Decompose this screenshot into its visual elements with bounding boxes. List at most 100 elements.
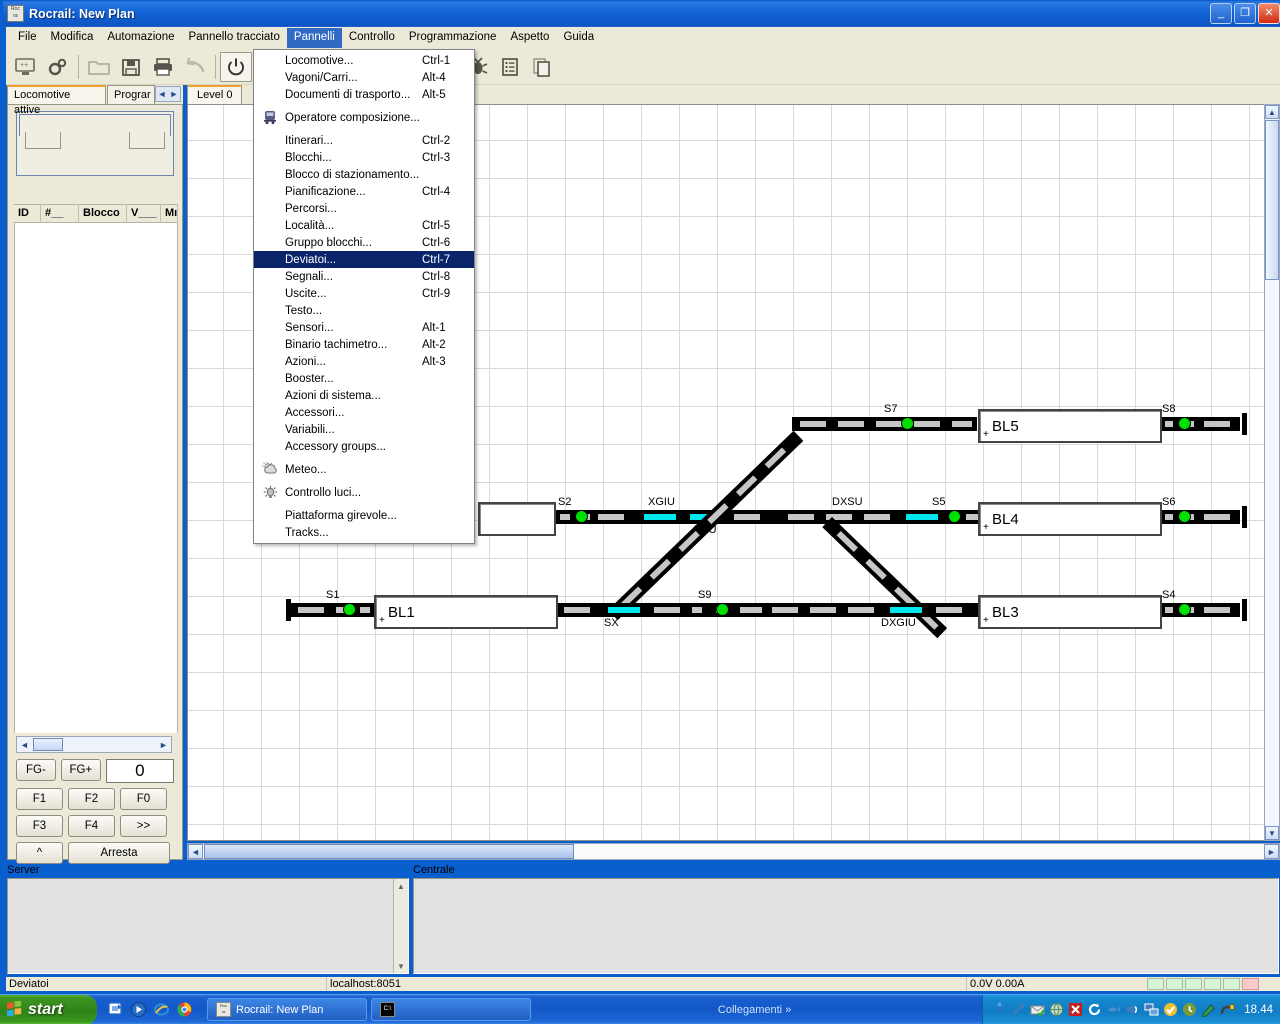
scroll-up-icon[interactable]: ▲ xyxy=(1265,105,1279,119)
pen-icon[interactable] xyxy=(1201,1002,1216,1017)
monitor-icon[interactable]: ++ xyxy=(10,52,42,82)
menu-item-sensori[interactable]: Sensori... Alt-1 xyxy=(254,319,474,336)
track-segment[interactable] xyxy=(1162,417,1240,431)
taskbar-item-console[interactable]: C:\ xyxy=(371,998,531,1021)
hscroll-thumb[interactable] xyxy=(204,844,574,859)
hscroll-thumb[interactable] xyxy=(33,738,63,751)
chrome-icon[interactable] xyxy=(176,1001,193,1018)
menu-item-variabili[interactable]: Variabili... xyxy=(254,421,474,438)
minimize-button[interactable]: _ xyxy=(1210,3,1232,24)
power-icon[interactable] xyxy=(220,51,252,82)
plug-icon[interactable] xyxy=(1220,1002,1235,1017)
tab-locomotive-attive[interactable]: Locomotive attive xyxy=(7,85,106,116)
menu-item-documenti-trasporto[interactable]: Documenti di trasporto... Alt-5 xyxy=(254,86,474,103)
block-BL5[interactable]: BL5 + xyxy=(978,409,1162,443)
menu-item-gruppo-blocchi[interactable]: Gruppo blocchi... Ctrl-6 xyxy=(254,234,474,251)
menu-item-blocco-stazionamento[interactable]: Blocco di stazionamento... xyxy=(254,166,474,183)
scroll-right-icon[interactable]: ► xyxy=(1264,844,1279,859)
menu-item-deviatoi[interactable]: Deviatoi... Ctrl-7 xyxy=(254,251,474,268)
menu-automazione[interactable]: Automazione xyxy=(100,28,181,48)
menu-item-vagoni-carri[interactable]: Vagoni/Carri... Alt-4 xyxy=(254,69,474,86)
column-modo[interactable]: Mı xyxy=(161,204,178,223)
taskbar-item-rocrail[interactable]: Roc ra Rocrail: New Plan xyxy=(207,998,367,1021)
pannelli-dropdown-menu[interactable]: Locomotive... Ctrl-1 Vagoni/Carri... Alt-4… xyxy=(253,49,475,544)
fg-minus-button[interactable]: FG- xyxy=(16,759,56,781)
menu-aspetto[interactable]: Aspetto xyxy=(503,28,556,48)
menu-item-booster[interactable]: Booster... xyxy=(254,370,474,387)
menu-item-azioni-sistema[interactable]: Azioni di sistema... xyxy=(254,387,474,404)
signal-S7[interactable] xyxy=(901,417,914,430)
chevron-right-icon[interactable]: ► xyxy=(170,89,179,99)
menu-item-operatore-composizione[interactable]: Operatore composizione... xyxy=(254,109,474,126)
menu-item-controllo-luci[interactable]: Controllo luci... xyxy=(254,484,474,501)
plan-horizontal-scrollbar[interactable]: ◄ ► xyxy=(187,843,1280,860)
plan-vertical-scrollbar[interactable]: ▲ ▼ xyxy=(1264,104,1280,841)
mail-icon[interactable] xyxy=(1030,1002,1046,1017)
save-disk-icon[interactable] xyxy=(115,52,147,82)
scroll-down-icon[interactable]: ▼ xyxy=(1265,826,1279,840)
internet-explorer-icon[interactable] xyxy=(153,1001,170,1018)
block-BL1[interactable]: BL1 + xyxy=(374,595,558,629)
more-functions-button[interactable]: >> xyxy=(120,815,167,837)
server-log-box[interactable]: ▲ ▼ xyxy=(7,878,409,974)
column-blocco[interactable]: Blocco xyxy=(79,204,127,223)
track-segment[interactable] xyxy=(792,417,977,431)
maximize-button[interactable]: ❐ xyxy=(1234,3,1256,24)
menu-item-uscite[interactable]: Uscite... Ctrl-9 xyxy=(254,285,474,302)
tab-nav-arrows[interactable]: ◄ ► xyxy=(155,86,181,102)
block-BL4[interactable]: BL4 + xyxy=(978,502,1162,536)
menu-item-segnali[interactable]: Segnali... Ctrl-8 xyxy=(254,268,474,285)
menu-pannelli[interactable]: Pannelli xyxy=(286,28,342,48)
direction-up-button[interactable]: ^ xyxy=(16,842,63,864)
globe-icon[interactable] xyxy=(1049,1002,1064,1017)
column-velocita[interactable]: V___ xyxy=(127,204,161,223)
menu-programmazione[interactable]: Programmazione xyxy=(402,28,504,48)
track-segment[interactable] xyxy=(1162,603,1240,617)
undo-arrow-icon[interactable] xyxy=(179,52,211,82)
chevron-right-icon[interactable]: » xyxy=(785,1004,791,1016)
block-left-partial[interactable] xyxy=(478,502,556,536)
fish-icon[interactable] xyxy=(1106,1002,1121,1017)
usb-icon[interactable] xyxy=(992,1002,1007,1017)
column-number[interactable]: #__ xyxy=(41,204,79,223)
block-BL3[interactable]: BL3 + xyxy=(978,595,1162,629)
track-segment-xgiu[interactable] xyxy=(592,510,782,524)
menu-item-meteo[interactable]: Meteo... xyxy=(254,461,474,478)
media-player-icon[interactable] xyxy=(130,1001,147,1018)
menu-item-testo[interactable]: Testo... xyxy=(254,302,474,319)
menu-pannello-tracciato[interactable]: Pannello tracciato xyxy=(181,28,286,48)
track-segment[interactable] xyxy=(782,510,962,524)
tab-programmazione[interactable]: Prograr xyxy=(107,85,155,104)
menu-item-accessori[interactable]: Accessori... xyxy=(254,404,474,421)
f3-button[interactable]: F3 xyxy=(16,815,63,837)
clock-icon[interactable] xyxy=(1182,1002,1197,1017)
menu-item-blocchi[interactable]: Blocchi... Ctrl-3 xyxy=(254,149,474,166)
links-toolbar[interactable]: Collegamenti » xyxy=(718,1004,795,1016)
scroll-up-icon[interactable]: ▲ xyxy=(394,879,408,893)
settings-gears-icon[interactable] xyxy=(42,52,74,82)
f0-button[interactable]: F0 xyxy=(120,788,167,810)
f2-button[interactable]: F2 xyxy=(68,788,115,810)
menu-item-percorsi[interactable]: Percorsi... xyxy=(254,200,474,217)
scroll-left-icon[interactable]: ◄ xyxy=(17,740,32,750)
start-button[interactable]: start xyxy=(0,994,97,1024)
stop-button[interactable]: Arresta xyxy=(68,842,170,864)
volume-icon[interactable] xyxy=(1125,1002,1140,1017)
menu-modifica[interactable]: Modifica xyxy=(44,28,101,48)
signal-S5[interactable] xyxy=(948,510,961,523)
vscroll-thumb[interactable] xyxy=(1265,120,1279,280)
menu-item-tracks[interactable]: Tracks... xyxy=(254,524,474,541)
close-button[interactable]: ✕ xyxy=(1258,3,1280,24)
menu-item-piattaforma-girevole[interactable]: Piattaforma girevole... xyxy=(254,507,474,524)
menu-item-binario-tachimetro[interactable]: Binario tachimetro... Alt-2 xyxy=(254,336,474,353)
locomotive-grid-rows[interactable] xyxy=(14,223,178,733)
shield-icon[interactable] xyxy=(1068,1002,1083,1017)
signal-S6[interactable] xyxy=(1178,510,1191,523)
signal-S1[interactable] xyxy=(343,603,356,616)
open-folder-icon[interactable] xyxy=(83,52,115,82)
menu-file[interactable]: File xyxy=(11,28,44,48)
tools-icon[interactable] xyxy=(1011,1002,1026,1017)
menu-item-azioni[interactable]: Azioni... Alt-3 xyxy=(254,353,474,370)
menu-controllo[interactable]: Controllo xyxy=(342,28,402,48)
central-log-box[interactable] xyxy=(413,878,1279,974)
